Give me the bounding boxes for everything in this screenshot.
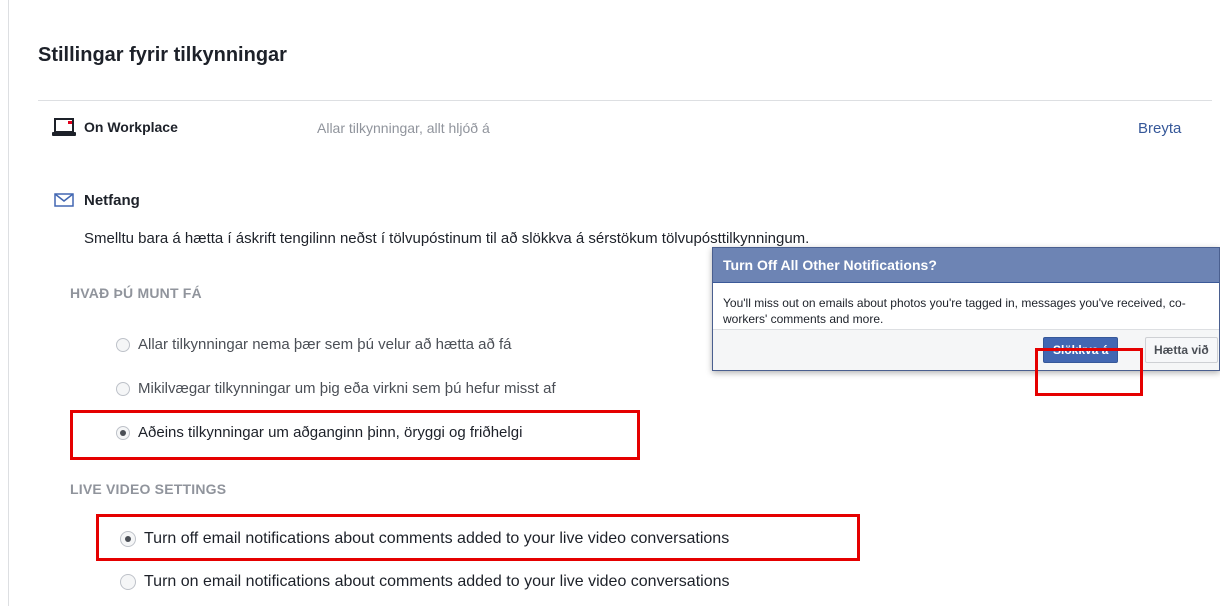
radio-button[interactable]: [116, 337, 130, 352]
radio-option-important[interactable]: Mikilvægar tilkynningar um þig eða virkn…: [116, 380, 556, 397]
workplace-label: On Workplace: [84, 119, 178, 135]
laptop-icon: [52, 117, 76, 144]
highlight-box-live-off: [96, 514, 860, 561]
radio-option-all[interactable]: Allar tilkynningar nema þær sem þú velur…: [116, 336, 512, 353]
section-heading-receive: HVAÐ ÞÚ MUNT FÁ: [70, 285, 202, 301]
radio-button[interactable]: [120, 574, 136, 590]
radio-label: Allar tilkynningar nema þær sem þú velur…: [138, 336, 512, 353]
dialog-title: Turn Off All Other Notifications?: [713, 248, 1219, 283]
highlight-box-confirm: [1035, 348, 1143, 396]
turn-off-dialog: Turn Off All Other Notifications? You'll…: [712, 247, 1220, 371]
radio-label: Turn on email notifications about commen…: [144, 573, 730, 590]
edit-link[interactable]: Breyta: [1138, 120, 1181, 137]
radio-option-live-on[interactable]: Turn on email notifications about commen…: [120, 573, 730, 591]
title-divider: [38, 100, 1212, 101]
dialog-footer: Slökkva á Hætta við: [713, 329, 1219, 370]
highlight-box-account-only: [70, 410, 640, 460]
cancel-button[interactable]: Hætta við: [1145, 337, 1218, 363]
email-description: Smelltu bara á hætta í áskrift tengilinn…: [84, 230, 810, 247]
radio-label: Mikilvægar tilkynningar um þig eða virkn…: [138, 380, 556, 397]
workplace-summary: Allar tilkynningar, allt hljóð á: [317, 120, 490, 136]
page-title: Stillingar fyrir tilkynningar: [38, 44, 287, 66]
section-heading-live-video: LIVE VIDEO SETTINGS: [70, 481, 227, 497]
radio-button[interactable]: [116, 381, 130, 396]
email-label: Netfang: [84, 192, 140, 209]
envelope-icon: [54, 193, 74, 212]
